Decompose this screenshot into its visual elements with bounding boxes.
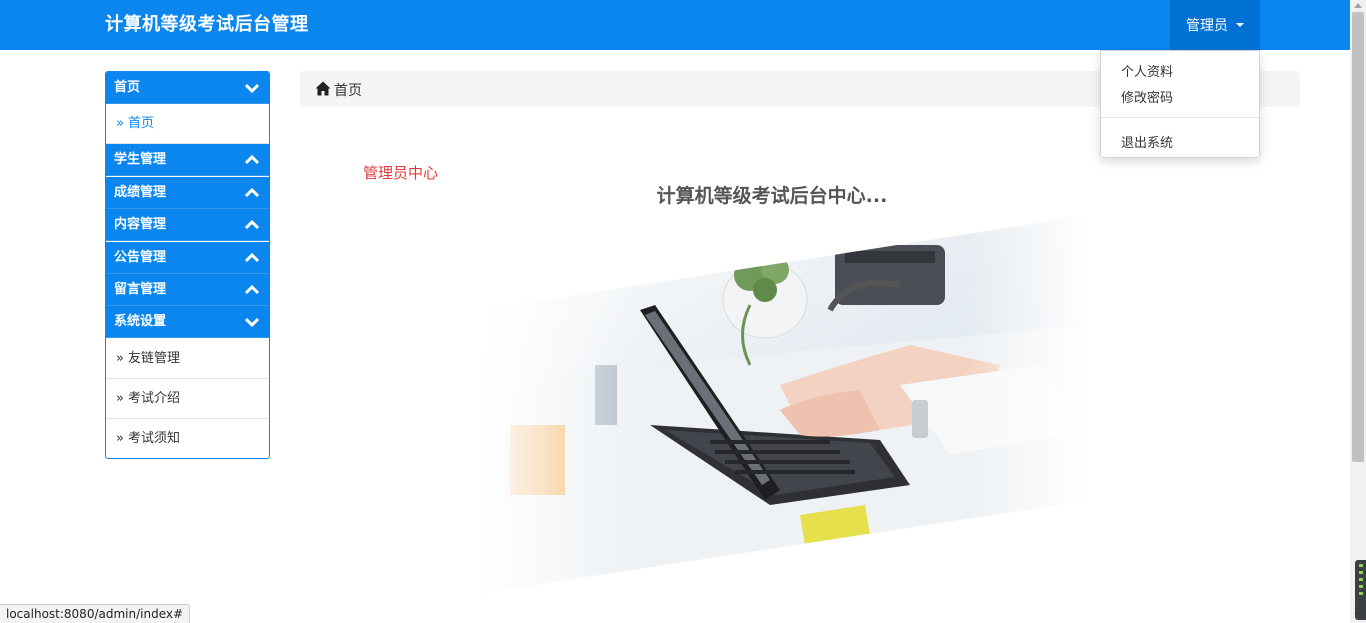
scrollbar-thumb[interactable]	[1352, 12, 1364, 462]
sidebar-section-messages[interactable]: 留言管理	[106, 274, 269, 306]
side-widget-icon[interactable]	[1355, 560, 1366, 620]
sidebar-menu: 首页 » 首页 学生管理 成绩管理 内容管理 公告管理 留言管理 系统设置 » 友链…	[105, 71, 270, 459]
menu-item-logout[interactable]: 退出系统	[1121, 132, 1173, 151]
caret-down-icon	[1236, 23, 1244, 27]
hero-illustration	[480, 215, 1090, 593]
double-chevron-right-icon: »	[116, 351, 124, 366]
sidebar-section-settings[interactable]: 系统设置	[106, 306, 269, 338]
chevron-up-icon	[245, 155, 259, 165]
chevron-up-icon	[245, 285, 259, 295]
sidebar-section-label: 系统设置	[114, 314, 167, 329]
sidebar-item-home[interactable]: » 首页	[106, 104, 269, 144]
sidebar-section-students[interactable]: 学生管理	[106, 144, 269, 176]
sidebar-item-label: 考试介绍	[127, 391, 180, 406]
sidebar-section-scores[interactable]: 成绩管理	[106, 177, 269, 209]
dropdown-divider	[1101, 117, 1259, 118]
chevron-down-icon	[245, 317, 259, 327]
chevron-down-icon	[245, 83, 259, 93]
user-menu-toggle[interactable]: 管理员	[1170, 0, 1260, 50]
sidebar-section-label: 内容管理	[114, 217, 167, 232]
app-brand-title[interactable]: 计算机等级考试后台管理	[105, 10, 309, 36]
double-chevron-right-icon: »	[116, 116, 124, 131]
chevron-up-icon	[245, 188, 259, 198]
top-navbar: 计算机等级考试后台管理 管理员	[0, 0, 1350, 50]
sidebar-item-exam-intro[interactable]: » 考试介绍	[106, 379, 269, 419]
chevron-up-icon	[245, 253, 259, 263]
menu-item-profile[interactable]: 个人资料	[1121, 61, 1173, 80]
user-menu-label: 管理员	[1186, 18, 1228, 34]
browser-status-url: localhost:8080/admin/index#	[0, 604, 191, 623]
menu-item-change-password[interactable]: 修改密码	[1121, 87, 1173, 106]
sidebar-item-label: 友链管理	[127, 351, 180, 366]
breadcrumb-home-link[interactable]: 首页	[334, 80, 362, 100]
sidebar-section-content[interactable]: 内容管理	[106, 209, 269, 241]
home-icon	[315, 81, 331, 96]
double-chevron-right-icon: »	[116, 391, 124, 406]
sidebar-item-label: 考试须知	[127, 431, 180, 446]
sidebar-item-exam-rules[interactable]: » 考试须知	[106, 419, 269, 458]
sidebar-section-notices[interactable]: 公告管理	[106, 242, 269, 274]
scroll-up-arrow-icon[interactable]	[1354, 3, 1362, 8]
user-dropdown-menu: 个人资料 修改密码 退出系统	[1100, 50, 1260, 158]
sidebar-section-label: 留言管理	[114, 282, 167, 297]
vertical-scrollbar[interactable]	[1350, 0, 1366, 623]
sidebar-section-label: 公告管理	[114, 250, 167, 265]
sidebar-section-label: 成绩管理	[114, 185, 167, 200]
page-title: 计算机等级考试后台中心...	[656, 185, 888, 207]
double-chevron-right-icon: »	[116, 431, 124, 446]
sidebar-item-links[interactable]: » 友链管理	[106, 339, 269, 379]
admin-center-label: 管理员中心	[363, 164, 439, 182]
sidebar-item-label: 首页	[127, 116, 154, 131]
chevron-up-icon	[245, 220, 259, 230]
sidebar-section-label: 学生管理	[114, 152, 167, 167]
sidebar-section-label: 首页	[114, 80, 141, 95]
sidebar-section-home[interactable]: 首页	[106, 72, 269, 104]
